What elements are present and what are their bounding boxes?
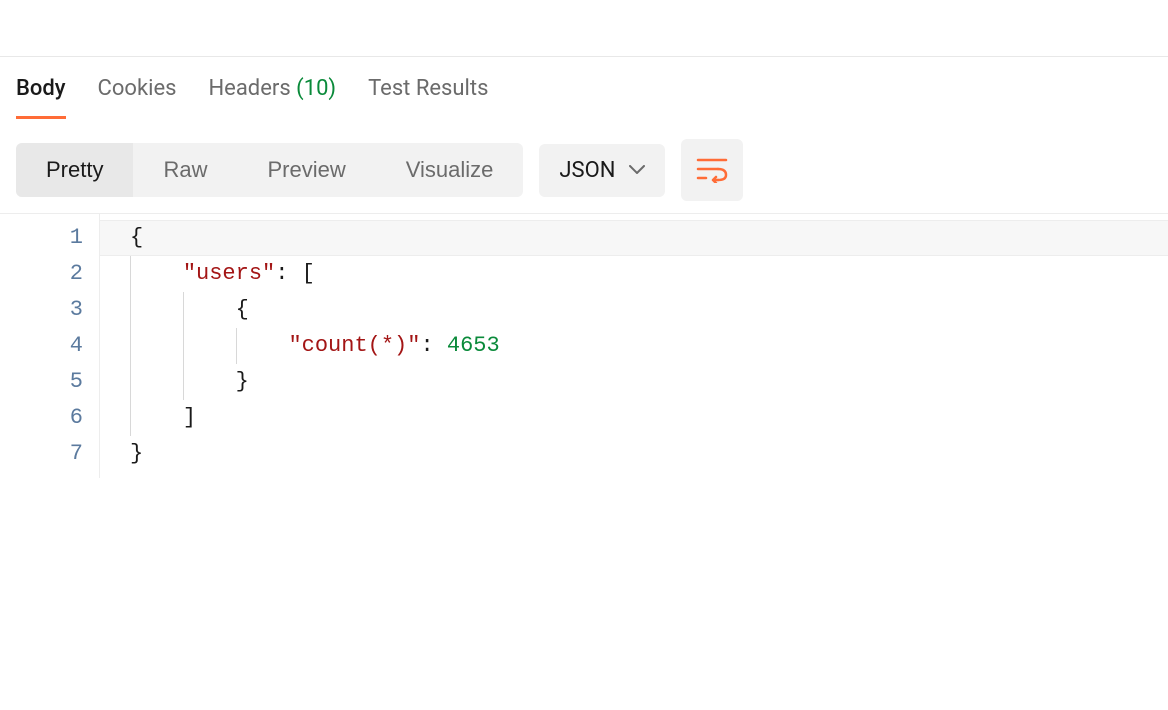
- line-number: 6: [0, 400, 83, 436]
- code-line: "users": [: [100, 256, 1168, 292]
- view-visualize-button[interactable]: Visualize: [376, 143, 524, 197]
- line-number: 5: [0, 364, 83, 400]
- code-line: {: [100, 220, 1168, 256]
- code-line: "count(*)": 4653: [100, 328, 1168, 364]
- tab-headers-label: Headers: [208, 76, 290, 101]
- code-content[interactable]: { "users": [ { "count(*)": 4653 } ] }: [100, 214, 1168, 478]
- code-line: {: [100, 292, 1168, 328]
- line-number: 1: [0, 220, 83, 256]
- tab-cookies[interactable]: Cookies: [98, 58, 177, 119]
- line-gutter: 1 2 3 4 5 6 7: [0, 214, 100, 478]
- wrap-lines-button[interactable]: [681, 139, 743, 201]
- tab-headers-count: (10): [296, 76, 336, 101]
- view-pretty-button[interactable]: Pretty: [16, 143, 133, 197]
- view-mode-group: Pretty Raw Preview Visualize: [16, 143, 523, 197]
- line-number: 7: [0, 436, 83, 472]
- view-preview-button[interactable]: Preview: [237, 143, 375, 197]
- code-line: ]: [100, 400, 1168, 436]
- line-number: 4: [0, 328, 83, 364]
- wrap-lines-icon: [696, 157, 728, 183]
- code-viewer: 1 2 3 4 5 6 7 { "users": [ { "count(*)":…: [0, 213, 1168, 478]
- top-spacer: [0, 0, 1168, 57]
- line-number: 2: [0, 256, 83, 292]
- line-number: 3: [0, 292, 83, 328]
- chevron-down-icon: [629, 165, 645, 175]
- format-select[interactable]: JSON: [539, 144, 665, 197]
- view-raw-button[interactable]: Raw: [133, 143, 237, 197]
- response-tabs: Body Cookies Headers (10) Test Results: [0, 57, 1168, 119]
- format-select-value: JSON: [559, 158, 615, 183]
- code-line: }: [100, 436, 1168, 472]
- tab-headers[interactable]: Headers (10): [208, 58, 336, 119]
- body-controls: Pretty Raw Preview Visualize JSON: [0, 119, 1168, 213]
- code-line: }: [100, 364, 1168, 400]
- tab-test-results[interactable]: Test Results: [368, 58, 488, 119]
- tab-body[interactable]: Body: [16, 58, 66, 119]
